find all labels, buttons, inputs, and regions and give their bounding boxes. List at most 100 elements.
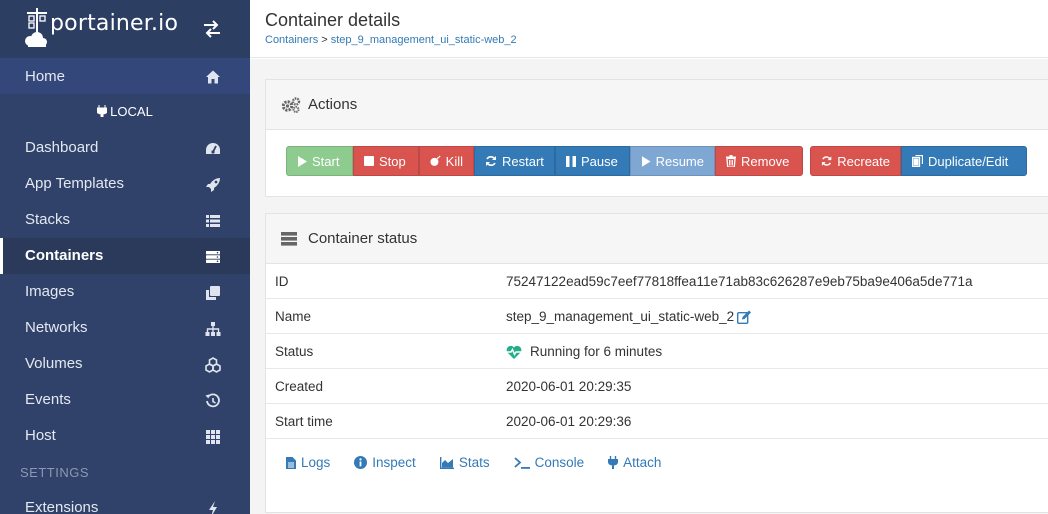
attach-link[interactable]: Attach: [608, 455, 661, 470]
sidebar-item-label: Extensions: [25, 499, 99, 514]
attach-link-label: Attach: [623, 455, 662, 470]
refresh-icon: [486, 156, 496, 166]
sidebar-item-label: Networks: [25, 319, 88, 336]
trash-icon: [726, 155, 736, 167]
play-icon: [298, 155, 307, 167]
resume-button[interactable]: Resume: [630, 146, 715, 176]
portainer-logo-icon[interactable]: [24, 6, 50, 50]
row-key: Start time: [275, 414, 333, 429]
endpoint-name: LOCAL: [110, 104, 153, 119]
sidebar: portainer.io Home LOCAL Dashboard App Te…: [0, 0, 250, 514]
plug-icon: [96, 105, 108, 118]
sidebar-toggle-icon[interactable]: [202, 20, 222, 38]
container-status-panel: Container status ID 75247122ead59c7eef77…: [265, 213, 1048, 513]
row-key: ID: [275, 274, 289, 289]
sidebar-item-label: App Templates: [25, 175, 124, 192]
stats-link[interactable]: Stats: [439, 455, 490, 470]
sidebar-item-containers[interactable]: Containers: [0, 238, 250, 274]
row-value: 75247122ead59c7eef77818ffea11e71ab83c626…: [506, 274, 973, 289]
server-icon: [206, 251, 220, 263]
row-key: Status: [275, 344, 314, 359]
bomb-icon: [430, 155, 441, 166]
server-icon: [281, 232, 297, 246]
breadcrumb-containers-link[interactable]: Containers: [265, 34, 318, 46]
row-value: Running for 6 minutes: [530, 344, 663, 359]
row-key: Created: [275, 379, 324, 394]
recreate-button[interactable]: Recreate: [810, 146, 901, 176]
endpoint-label: LOCAL: [0, 104, 250, 119]
plug-icon: [608, 456, 619, 469]
th-icon: [206, 430, 220, 444]
sidebar-item-images[interactable]: Images: [0, 274, 250, 310]
tachometer-icon: [206, 143, 220, 154]
remove-button[interactable]: Remove: [715, 146, 803, 176]
status-row-status: Status Running for 6 minutes: [266, 334, 1048, 369]
container-id-value: 75247122ead59c7eef77818ffea11e71ab83c626…: [506, 274, 972, 289]
settings-section-title: SETTINGS: [20, 465, 90, 480]
sidebar-item-dashboard[interactable]: Dashboard: [0, 130, 250, 166]
container-status-title: Container status: [308, 230, 418, 247]
duplicate-edit-button[interactable]: Duplicate/Edit: [901, 146, 1027, 176]
row-value: 2020-06-01 20:29:35: [506, 379, 632, 394]
start-time-value: 2020-06-01 20:29:36: [506, 414, 631, 429]
actions-header: Actions: [266, 80, 1048, 130]
sidebar-item-events[interactable]: Events: [0, 382, 250, 418]
cubes-icon: [205, 357, 221, 373]
copy-icon: [912, 155, 923, 167]
heartbeat-icon: [506, 345, 522, 359]
sidebar-item-label: Host: [25, 427, 56, 444]
row-value: step_9_management_ui_static-web_2: [506, 309, 735, 324]
kill-button[interactable]: Kill: [419, 146, 474, 176]
inspect-link-label: Inspect: [372, 455, 416, 470]
terminal-icon: [513, 456, 530, 469]
status-row-id: ID 75247122ead59c7eef77818ffea11e71ab83c…: [266, 264, 1048, 299]
sidebar-item-label: Events: [25, 391, 71, 408]
refresh-icon: [821, 156, 832, 166]
stop-icon: [364, 156, 374, 166]
file-text-icon: [286, 456, 296, 469]
sidebar-item-networks[interactable]: Networks: [0, 310, 250, 346]
actions-title: Actions: [308, 96, 358, 113]
bolt-icon: [209, 501, 217, 514]
stop-button-label: Stop: [379, 153, 406, 169]
breadcrumb: Containers > step_9_management_ui_static…: [265, 34, 517, 46]
logs-link[interactable]: Logs: [286, 455, 330, 470]
sidebar-item-volumes[interactable]: Volumes: [0, 346, 250, 382]
pause-button[interactable]: Pause: [555, 146, 630, 176]
sidebar-item-app-templates[interactable]: App Templates: [0, 166, 250, 202]
sidebar-item-label: Home: [25, 68, 66, 85]
brand-name[interactable]: portainer.io: [50, 11, 178, 36]
sidebar-item-stacks[interactable]: Stacks: [0, 202, 250, 238]
breadcrumb-current[interactable]: step_9_management_ui_static-web_2: [331, 34, 517, 46]
sidebar-item-label: Stacks: [25, 211, 71, 228]
console-link-label: Console: [534, 455, 585, 470]
cogs-icon: [281, 97, 301, 113]
sidebar-item-home[interactable]: Home: [0, 58, 250, 94]
edit-icon[interactable]: [737, 310, 752, 324]
play-icon: [641, 155, 651, 167]
restart-button-label: Restart: [502, 153, 544, 169]
restart-button[interactable]: Restart: [474, 146, 555, 176]
inspect-link[interactable]: Inspect: [354, 455, 416, 470]
page-header: Container details Containers > step_9_ma…: [250, 0, 1048, 58]
stop-button[interactable]: Stop: [353, 146, 419, 176]
home-icon: [206, 70, 220, 84]
actions-panel: Actions Start Stop Kill Restart Pause Re…: [265, 79, 1048, 197]
console-link[interactable]: Console: [513, 455, 585, 470]
start-button[interactable]: Start: [286, 146, 353, 176]
pause-button-label: Pause: [581, 153, 618, 169]
actions-button-group: Start Stop Kill Restart Pause Resume Rem…: [286, 146, 1027, 176]
info-circle-icon: [354, 456, 368, 469]
sidebar-item-host[interactable]: Host: [0, 418, 250, 454]
sidebar-item-label: Volumes: [25, 355, 83, 372]
stats-link-label: Stats: [458, 455, 490, 470]
breadcrumb-separator: >: [318, 34, 331, 46]
pause-icon: [566, 155, 576, 167]
kill-button-label: Kill: [445, 153, 463, 169]
sidebar-item-extensions[interactable]: Extensions: [0, 490, 250, 514]
page-title: Container details: [265, 10, 401, 30]
history-icon: [205, 393, 220, 408]
sidebar-item-label: Images: [25, 283, 75, 300]
rocket-icon: [206, 178, 220, 192]
row-key: Name: [275, 309, 312, 324]
